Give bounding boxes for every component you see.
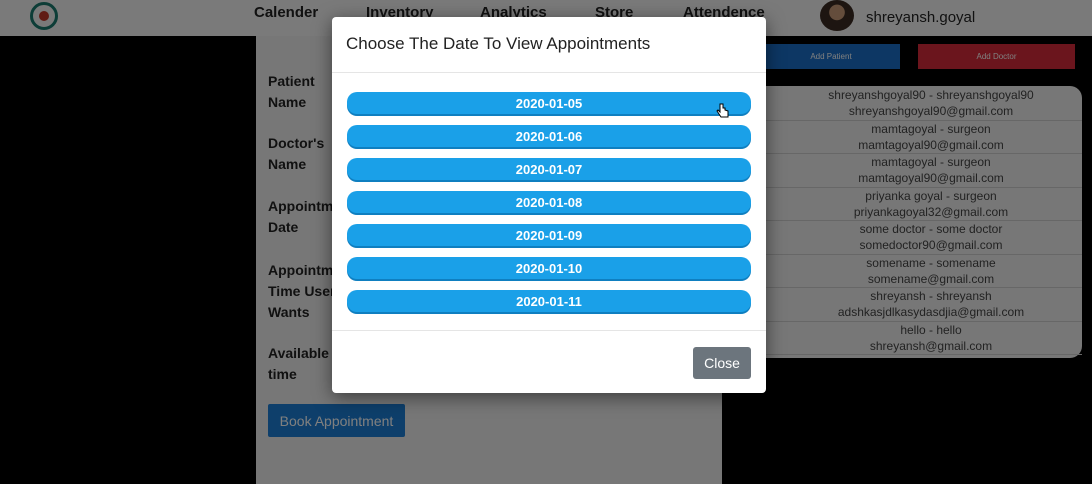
date-button[interactable]: 2020-01-06 xyxy=(347,125,751,147)
date-button[interactable]: 2020-01-10 xyxy=(347,257,751,279)
divider xyxy=(332,330,766,331)
divider xyxy=(332,72,766,73)
date-button[interactable]: 2020-01-08 xyxy=(347,191,751,213)
modal-title: Choose The Date To View Appointments xyxy=(346,34,651,53)
hand-cursor-icon xyxy=(716,103,729,118)
date-button[interactable]: 2020-01-11 xyxy=(347,290,751,312)
date-button[interactable]: 2020-01-09 xyxy=(347,224,751,246)
date-button[interactable]: 2020-01-07 xyxy=(347,158,751,180)
close-button[interactable]: Close xyxy=(693,347,751,379)
date-button[interactable]: 2020-01-05 xyxy=(347,92,751,114)
date-picker-modal: Choose The Date To View Appointments 202… xyxy=(332,17,766,393)
